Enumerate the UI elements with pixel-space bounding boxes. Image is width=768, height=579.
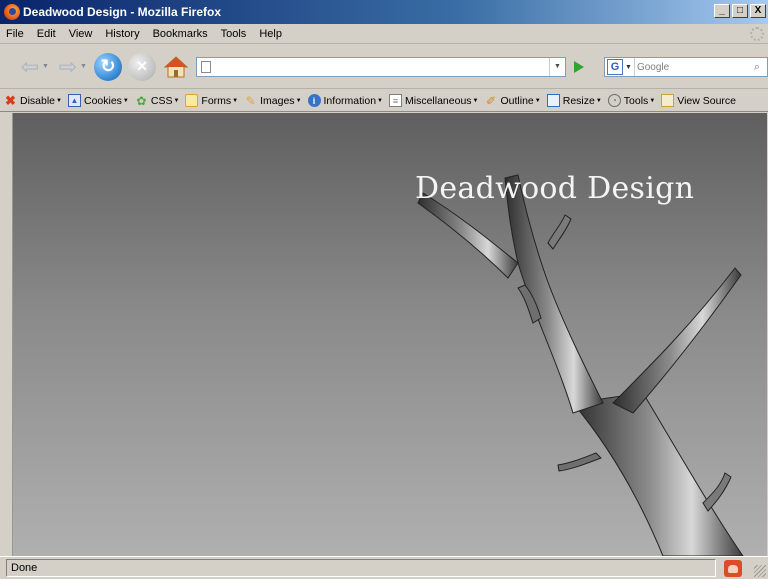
chevron-down-icon: ▼ — [377, 97, 383, 104]
firefox-icon — [4, 4, 20, 20]
dev-information-menu[interactable]: i Information ▼ — [307, 94, 383, 107]
back-button[interactable]: ⇦ — [18, 53, 42, 79]
dev-disable-menu[interactable]: ✖ Disable ▼ — [4, 92, 62, 108]
site-title: Deadwood Design — [415, 171, 695, 206]
home-icon — [164, 55, 188, 77]
window-titlebar[interactable]: Deadwood Design - Mozilla Firefox _ □ X — [0, 0, 768, 24]
outline-icon: ✐ — [485, 93, 497, 108]
dev-forms-label: Forms — [201, 94, 232, 107]
menu-file[interactable]: File — [6, 28, 24, 40]
dev-css-menu[interactable]: ✿ CSS ▼ — [135, 93, 180, 108]
window-title: Deadwood Design - Mozilla Firefox — [23, 5, 222, 19]
search-input[interactable] — [633, 58, 744, 76]
search-magnifier-icon[interactable]: ⌕ — [749, 59, 765, 75]
dev-outline-menu[interactable]: ✐ Outline ▼ — [485, 93, 541, 108]
search-engine-dropdown[interactable]: ▼ — [625, 64, 632, 71]
extension-status-icon[interactable] — [724, 560, 742, 577]
dev-tools-label: Tools — [623, 94, 649, 107]
miscellaneous-icon: ≡ — [389, 94, 402, 107]
chevron-down-icon: ▼ — [649, 97, 656, 104]
dev-view-source-label: View Source — [677, 94, 737, 107]
menu-bookmarks[interactable]: Bookmarks — [153, 28, 208, 40]
page-content[interactable]: Deadwood Design — [13, 113, 767, 556]
dev-information-label: Information — [323, 94, 377, 107]
stop-icon: ✕ — [136, 58, 148, 74]
menu-view[interactable]: View — [69, 28, 93, 40]
menu-tools[interactable]: Tools — [221, 28, 247, 40]
forward-button[interactable]: ⇨ — [56, 53, 80, 79]
menu-bar: File Edit View History Bookmarks Tools H… — [0, 24, 768, 44]
dev-images-label: Images — [260, 94, 295, 107]
go-button[interactable] — [570, 57, 588, 77]
stop-button[interactable]: ✕ — [128, 52, 156, 81]
web-developer-toolbar: ✖ Disable ▼ ▲ Cookies ▼ ✿ CSS ▼ Forms ▼ ✎ Im… — [0, 90, 768, 112]
dev-resize-label: Resize — [562, 94, 595, 107]
minimize-button[interactable]: _ — [714, 4, 730, 18]
menu-edit[interactable]: Edit — [37, 28, 56, 40]
dev-miscellaneous-menu[interactable]: ≡ Miscellaneous ▼ — [389, 94, 479, 107]
forward-history-dropdown[interactable]: ▼ — [80, 63, 90, 70]
css-icon: ✿ — [136, 93, 147, 108]
chevron-down-icon: ▼ — [534, 97, 541, 104]
chevron-down-icon: ▼ — [595, 97, 602, 104]
menu-help[interactable]: Help — [259, 28, 282, 40]
url-dropdown-button[interactable]: ▼ — [549, 57, 565, 76]
page-icon — [201, 60, 211, 73]
google-icon[interactable]: G — [607, 59, 623, 75]
dev-images-menu[interactable]: ✎ Images ▼ — [244, 93, 302, 108]
view-source-icon — [661, 94, 675, 107]
chevron-down-icon: ▼ — [122, 97, 129, 104]
information-icon: i — [307, 94, 321, 107]
dev-forms-menu[interactable]: Forms ▼ — [185, 94, 238, 107]
dev-view-source-menu[interactable]: View Source — [661, 94, 736, 107]
close-button[interactable]: X — [750, 4, 766, 18]
chevron-down-icon: ▼ — [56, 97, 62, 104]
forward-arrow-icon: ⇨ — [58, 53, 78, 79]
chevron-down-icon: ▼ — [295, 97, 302, 104]
status-text: Done — [6, 559, 716, 577]
images-icon: ✎ — [245, 93, 256, 108]
address-bar: ▼ — [196, 56, 566, 77]
chevron-down-icon: ▼ — [472, 97, 479, 104]
back-arrow-icon: ⇦ — [20, 53, 40, 79]
reload-button[interactable]: ↻ — [94, 52, 122, 81]
throbber-icon — [750, 27, 764, 41]
dev-disable-label: Disable — [20, 94, 56, 107]
resize-icon — [546, 94, 560, 107]
dev-outline-label: Outline — [500, 94, 534, 107]
dev-cookies-menu[interactable]: ▲ Cookies ▼ — [67, 94, 129, 107]
go-arrow-icon — [574, 60, 584, 73]
dev-css-label: CSS — [150, 94, 173, 107]
tools-icon: ◔ — [607, 94, 621, 107]
resize-grip[interactable] — [754, 565, 766, 577]
dev-cookies-label: Cookies — [83, 94, 122, 107]
disable-icon: ✖ — [5, 92, 16, 108]
home-button[interactable] — [162, 53, 190, 81]
dev-resize-menu[interactable]: Resize ▼ — [546, 94, 602, 107]
cookies-icon: ▲ — [67, 94, 81, 107]
maximize-button[interactable]: □ — [732, 4, 748, 18]
forms-icon — [185, 94, 199, 107]
window-controls: _ □ X — [714, 4, 766, 18]
left-frame-edge — [0, 113, 13, 556]
reload-icon: ↻ — [100, 56, 116, 76]
menu-history[interactable]: History — [105, 28, 139, 40]
status-bar: Done — [0, 556, 768, 579]
search-bar: G ▼ ⌕ — [604, 57, 768, 77]
url-input[interactable] — [215, 58, 549, 75]
back-history-dropdown[interactable]: ▼ — [42, 63, 52, 70]
navigation-toolbar: ⇦ ▼ ⇨ ▼ ↻ ✕ ▼ G ▼ ⌕ — [0, 45, 768, 89]
chevron-down-icon: ▼ — [232, 97, 239, 104]
dev-tools-menu[interactable]: ◔ Tools ▼ — [607, 94, 656, 107]
chevron-down-icon: ▼ — [173, 97, 180, 104]
dev-miscellaneous-label: Miscellaneous — [405, 94, 472, 107]
